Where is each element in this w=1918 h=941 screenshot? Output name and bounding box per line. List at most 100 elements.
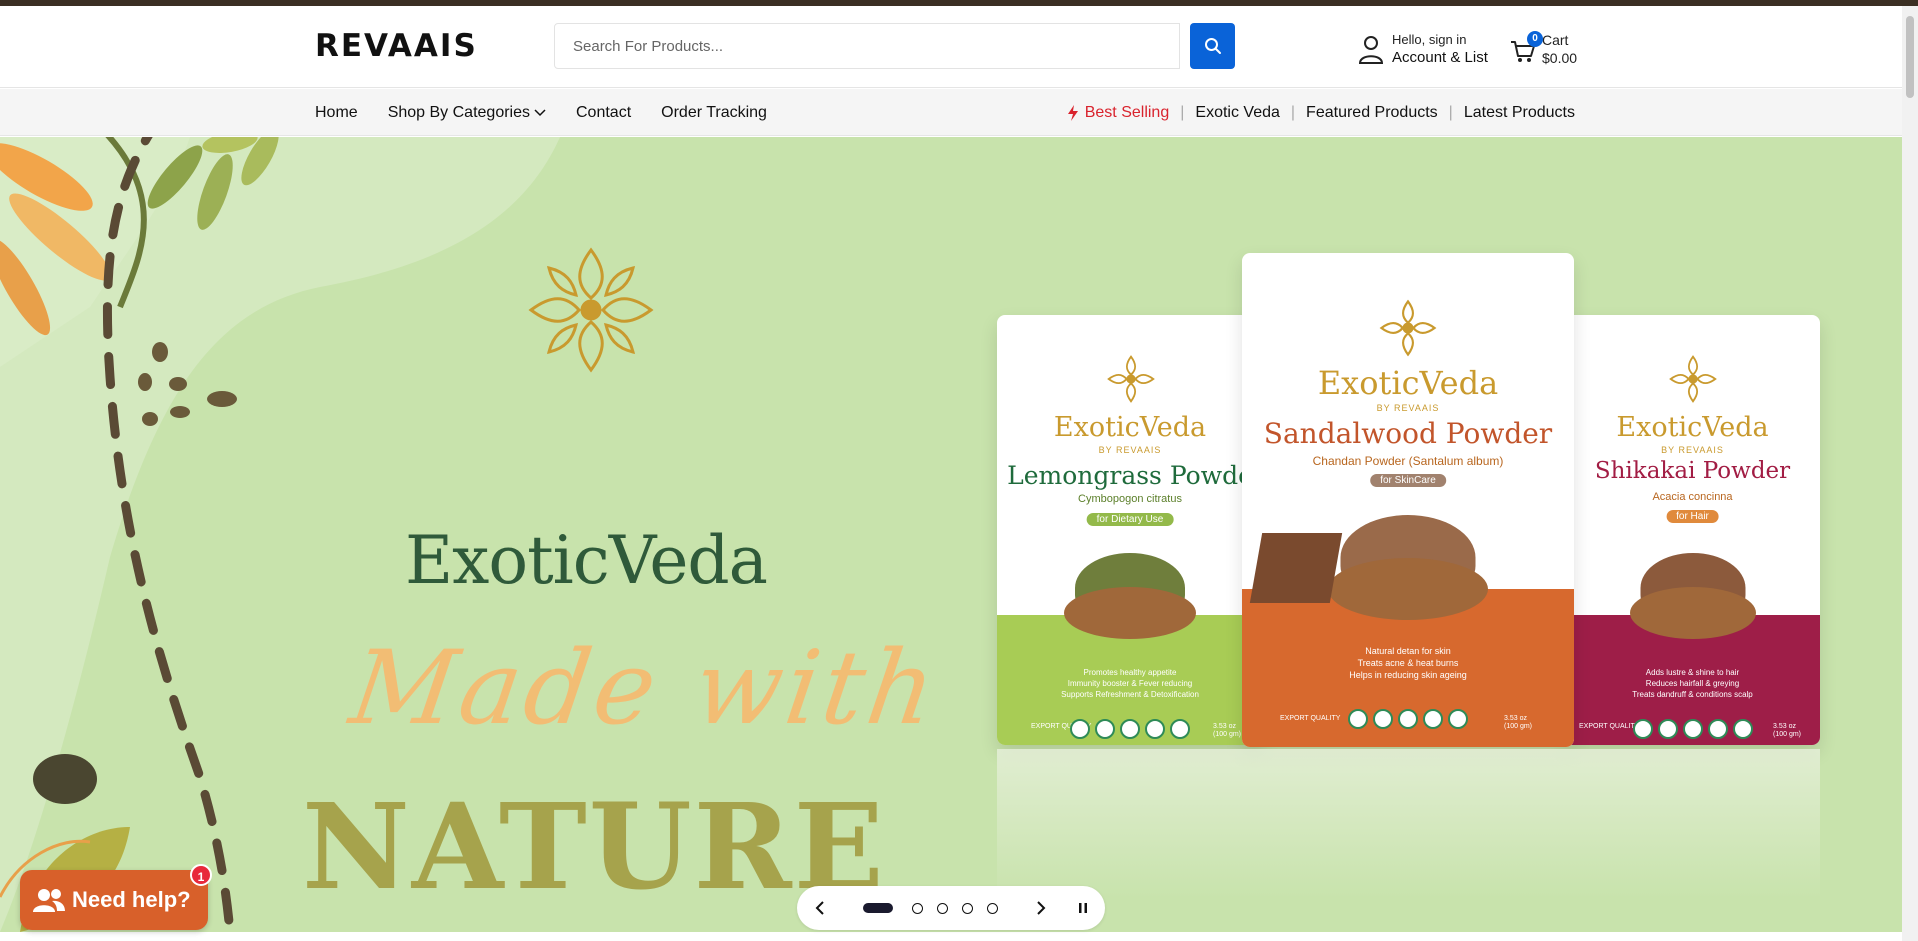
user-icon xyxy=(1358,36,1384,64)
brand-mandala-icon xyxy=(528,247,654,373)
need-help-label: Need help? xyxy=(72,887,191,912)
pack-benefit: Adds lustre & shine to hair xyxy=(1645,668,1740,677)
slider-controls xyxy=(797,886,1105,930)
chevron-down-icon xyxy=(534,108,546,116)
pack-latin-name: Acacia concinna xyxy=(1652,491,1733,503)
search-button[interactable] xyxy=(1190,23,1235,69)
hero-banner[interactable]: ExoticVeda Made with NATURE ExoticVeda B… xyxy=(0,137,1902,932)
page-scrollbar[interactable] xyxy=(1902,6,1918,941)
nav-separator: | xyxy=(1448,103,1453,121)
pack-benefits: Natural detan for skin Treats acne & hea… xyxy=(1242,645,1574,681)
pack-mandala-icon xyxy=(1379,299,1437,357)
pack-cert-badges xyxy=(1348,709,1468,729)
account-link[interactable]: Hello, sign in Account & List xyxy=(1358,28,1498,70)
pack-sandalwood-sticks-image xyxy=(1249,533,1343,603)
pack-brand: ExoticVeda xyxy=(1053,412,1207,443)
chat-notification-badge: 1 xyxy=(190,864,212,886)
chevron-left-icon xyxy=(815,901,824,915)
packs-reflection xyxy=(997,749,1820,899)
nav-featured-products[interactable]: Featured Products xyxy=(1306,104,1438,122)
nav-home[interactable]: Home xyxy=(315,104,358,122)
nav-exotic-veda[interactable]: Exotic Veda xyxy=(1195,104,1280,122)
hero-headline-script: Made with xyxy=(343,629,947,748)
search-icon xyxy=(1204,38,1221,54)
pack-bowl-image xyxy=(1064,587,1196,639)
pack-by-line: BY REVAAIS xyxy=(1376,403,1440,413)
nav-best-selling[interactable]: Best Selling xyxy=(1067,103,1170,122)
pack-weight: 3.53 oz (100 gm) xyxy=(1504,715,1533,730)
search-input[interactable] xyxy=(554,23,1180,69)
product-pack-lemongrass: ExoticVeda BY REVAAIS Lemongrass Powde C… xyxy=(997,315,1263,745)
leaf-branch-decoration xyxy=(0,137,279,932)
hero-headline-bold: NATURE xyxy=(302,777,886,916)
slider-dots xyxy=(856,902,1005,914)
pack-benefit: Treats acne & heat burns xyxy=(1357,658,1459,668)
slider-prev-button[interactable] xyxy=(806,894,834,922)
pack-benefit: Immunity booster & Fever reducing xyxy=(1067,679,1193,688)
people-icon xyxy=(33,889,65,912)
slider-pause-button[interactable] xyxy=(1069,894,1097,922)
site-header: REVAAIS Hello, sign in Account & List xyxy=(0,6,1902,88)
lightning-icon xyxy=(1067,104,1078,121)
pause-icon xyxy=(1078,903,1087,913)
slider-dot-active[interactable] xyxy=(862,903,893,913)
pack-brand: ExoticVeda xyxy=(1317,364,1499,402)
cart-count-badge: 0 xyxy=(1527,31,1543,47)
pack-quality: EXPORT QUALITY xyxy=(1579,723,1640,730)
nav-best-selling-label: Best Selling xyxy=(1084,103,1170,121)
nav-latest-products[interactable]: Latest Products xyxy=(1464,104,1575,122)
pack-brand: ExoticVeda xyxy=(1616,412,1769,443)
hero-brand-title: ExoticVeda xyxy=(405,522,768,599)
pack-benefit: Reduces hairfall & greying xyxy=(1645,679,1740,688)
pack-bowl-image xyxy=(1629,587,1756,639)
account-greeting: Hello, sign in xyxy=(1392,32,1467,47)
nav-order-tracking[interactable]: Order Tracking xyxy=(661,104,767,122)
pack-benefit: Promotes healthy appetite xyxy=(1083,668,1177,677)
nav-contact[interactable]: Contact xyxy=(576,104,631,122)
slider-dot[interactable] xyxy=(936,902,948,914)
pack-weight: 3.53 oz (100 gm) xyxy=(1773,723,1802,738)
slider-dot[interactable] xyxy=(961,902,973,914)
pack-product-name: Sandalwood Powder xyxy=(1263,417,1553,450)
pack-product-name: Shikakai Powder xyxy=(1594,458,1791,484)
pack-benefit: Supports Refreshment & Detoxification xyxy=(1061,690,1199,699)
pack-benefit: Treats dandruff & conditions scalp xyxy=(1632,690,1753,699)
account-label: Account & List xyxy=(1392,49,1488,66)
cart-total: $0.00 xyxy=(1542,50,1578,66)
pack-quality: EXPORT QUALITY xyxy=(1280,715,1341,722)
cart-link[interactable]: 0 Cart $0.00 xyxy=(1510,28,1590,70)
slider-dot[interactable] xyxy=(986,902,998,914)
pack-mandala-icon xyxy=(1669,355,1717,403)
main-nav: Home Shop By Categories Contact Order Tr… xyxy=(0,89,1902,136)
pack-cert-badges xyxy=(1632,719,1753,739)
pack-usage-tag: for Hair xyxy=(1666,510,1719,523)
search-bar xyxy=(554,23,1235,69)
pack-benefit: Helps in reducing skin ageing xyxy=(1349,670,1467,680)
scrollbar-thumb[interactable] xyxy=(1906,16,1914,98)
pack-benefits: Promotes healthy appetite Immunity boost… xyxy=(997,667,1263,700)
pack-benefit: Natural detan for skin xyxy=(1365,646,1451,656)
chevron-right-icon xyxy=(1036,901,1045,915)
nav-shop-by-categories-label: Shop By Categories xyxy=(387,103,530,121)
slider-dot[interactable] xyxy=(911,902,923,914)
slider-next-button[interactable] xyxy=(1027,894,1055,922)
pack-usage-tag: for SkinCare xyxy=(1370,474,1446,487)
need-help-chat-button[interactable]: Need help? 1 xyxy=(20,864,212,930)
pack-by-line: BY REVAAIS xyxy=(1661,445,1724,455)
product-pack-shikakai: ExoticVeda BY REVAAIS Shikakai Powder Ac… xyxy=(1565,315,1820,745)
pack-latin-name: Cymbopogon citratus xyxy=(1078,493,1182,505)
pack-bowl-image xyxy=(1328,558,1488,620)
product-pack-sandalwood: ExoticVeda BY REVAAIS Sandalwood Powder … xyxy=(1242,253,1574,747)
nav-separator: | xyxy=(1180,103,1185,121)
pack-latin-name: Chandan Powder (Santalum album) xyxy=(1312,454,1504,468)
pack-cert-badges xyxy=(1070,719,1190,739)
pack-benefits: Adds lustre & shine to hair Reduces hair… xyxy=(1565,667,1820,700)
pack-by-line: BY REVAAIS xyxy=(1098,445,1162,455)
cart-label: Cart xyxy=(1542,32,1569,48)
nav-shop-by-categories[interactable]: Shop By Categories xyxy=(388,104,546,122)
pack-mandala-icon xyxy=(1107,355,1155,403)
site-logo[interactable]: REVAAIS xyxy=(315,28,478,64)
pack-usage-tag: for Dietary Use xyxy=(1086,513,1174,526)
nav-separator: | xyxy=(1290,103,1296,121)
pack-product-name: Lemongrass Powde xyxy=(1007,461,1253,490)
